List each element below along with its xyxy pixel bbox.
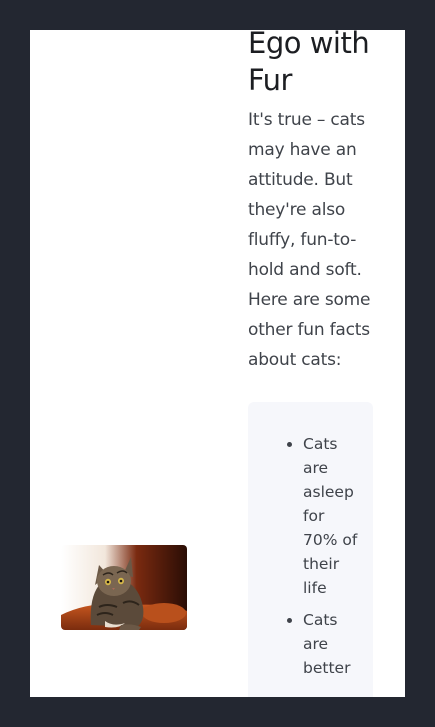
cat-photo: [61, 545, 187, 630]
fun-fact-item: Cats are better: [303, 608, 359, 680]
cat-image: [61, 545, 187, 630]
fun-fact-item: Cats are asleep for 70% of their life: [303, 432, 359, 600]
fun-facts-box: Cats are asleep for 70% of their life Ca…: [248, 402, 373, 697]
article-content: Ego with Fur It's true – cats may have a…: [248, 30, 378, 375]
fun-facts-list: Cats are asleep for 70% of their life Ca…: [248, 402, 373, 680]
article-intro: It's true – cats may have an attitude. B…: [248, 110, 371, 370]
content-card: Ego with Fur It's true – cats may have a…: [30, 30, 405, 697]
article-title: Ego with Fur: [248, 30, 370, 97]
